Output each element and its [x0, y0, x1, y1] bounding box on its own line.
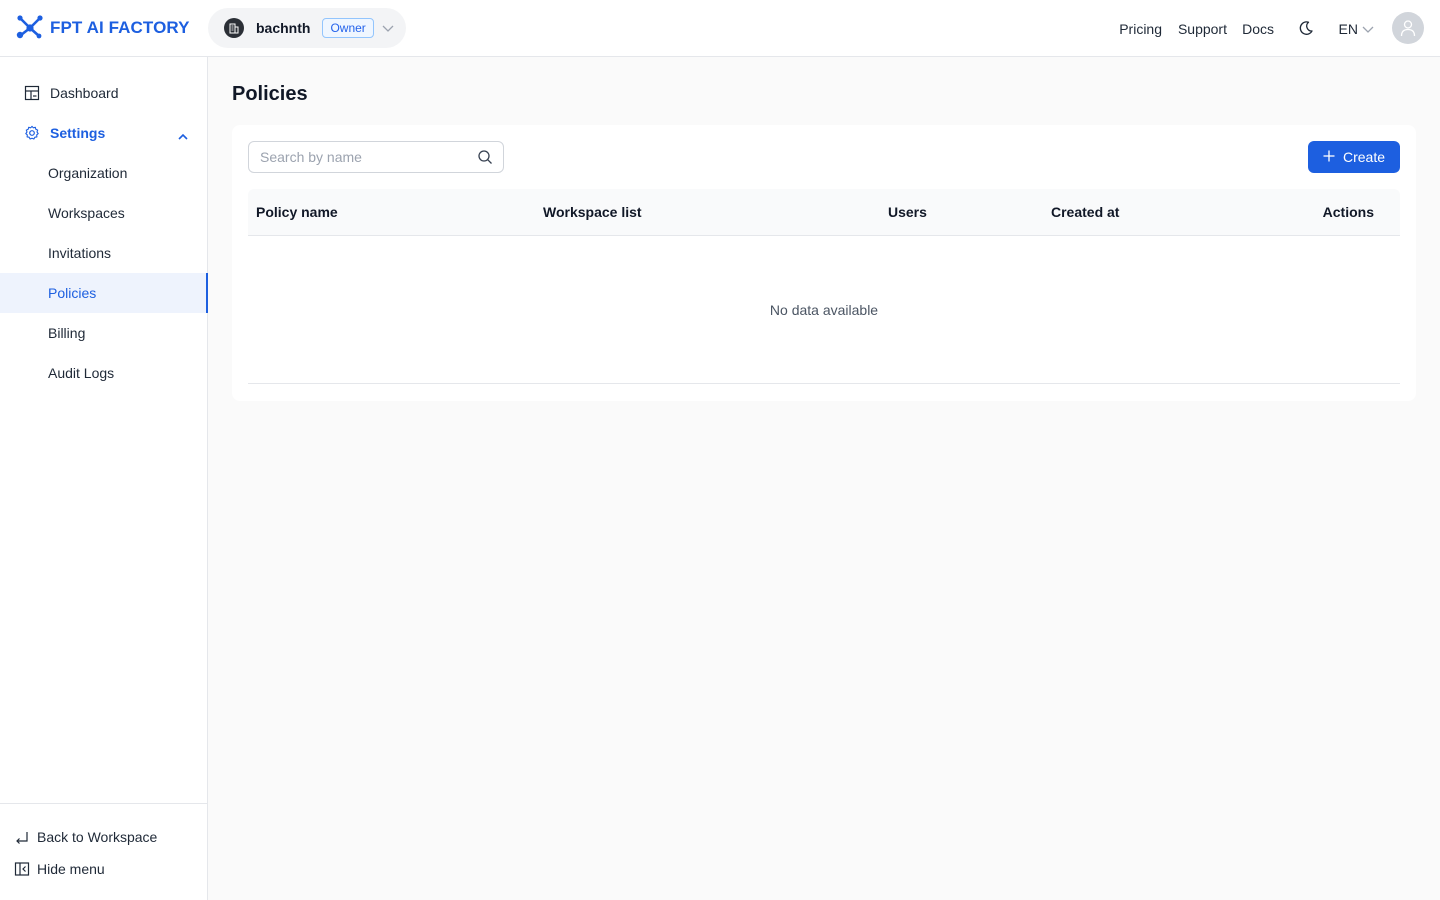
sidebar-item-workspaces[interactable]: Workspaces: [0, 193, 207, 233]
column-header-created-at[interactable]: Created at: [1051, 204, 1119, 220]
sidebar-item-label: Settings: [50, 125, 106, 141]
column-header-actions: Actions: [1322, 204, 1374, 220]
column-header-users[interactable]: Users: [888, 204, 927, 220]
page-title: Policies: [232, 83, 308, 105]
sidebar-item-policies[interactable]: Policies: [0, 273, 208, 313]
search-box: [248, 141, 504, 173]
sidebar-item-organization[interactable]: Organization: [0, 153, 207, 193]
brand-logo[interactable]: FPT AI FACTORY: [16, 14, 190, 42]
language-label: EN: [1338, 20, 1358, 37]
return-arrow-icon: [14, 829, 30, 845]
sidebar-item-label: Workspaces: [48, 205, 125, 221]
sidebar-item-label: Invitations: [48, 245, 112, 261]
sidebar-footer: Back to Workspace Hide menu: [0, 803, 207, 900]
network-nodes-icon: [16, 14, 44, 43]
sidebar-item-label: Dashboard: [50, 85, 119, 101]
back-to-workspace-label: Back to Workspace: [37, 829, 158, 845]
chevron-down-icon: [1362, 21, 1374, 37]
top-header: FPT AI FACTORY bachnth Owner Pricing Sup…: [0, 0, 1440, 57]
hide-menu-button[interactable]: Hide menu: [0, 855, 207, 883]
docs-link[interactable]: Docs: [1242, 21, 1274, 37]
language-selector[interactable]: EN: [1339, 21, 1374, 37]
gear-icon: [24, 125, 40, 141]
organization-switcher[interactable]: bachnth Owner: [208, 8, 406, 48]
empty-state-text: No data available: [769, 301, 879, 318]
collapse-sidebar-icon: [14, 861, 30, 877]
hide-menu-label: Hide menu: [37, 861, 105, 877]
sidebar-item-label: Policies: [48, 285, 97, 301]
table-header: Policy name Workspace list Users Created…: [248, 189, 1400, 236]
role-badge: Owner: [322, 18, 374, 38]
sidebar: Dashboard Settings Organization Workspac…: [0, 57, 208, 900]
search-input[interactable]: [249, 142, 473, 172]
sidebar-item-dashboard[interactable]: Dashboard: [0, 73, 207, 113]
sidebar-item-label: Audit Logs: [48, 365, 115, 381]
support-link[interactable]: Support: [1178, 21, 1227, 37]
moon-icon[interactable]: [1298, 20, 1314, 39]
user-avatar[interactable]: [1392, 12, 1424, 44]
building-icon: [224, 18, 244, 38]
table-empty-state: No data available: [248, 236, 1400, 384]
search-icon[interactable]: [477, 149, 493, 165]
chevron-down-icon: [382, 20, 394, 36]
create-button-label: Create: [1342, 149, 1386, 165]
sidebar-item-label: Billing: [48, 325, 86, 341]
sidebar-item-settings[interactable]: Settings: [0, 113, 207, 153]
policies-card: Create Policy name Workspace list Users …: [232, 125, 1416, 401]
dashboard-icon: [24, 85, 40, 101]
column-header-workspace-list[interactable]: Workspace list: [543, 204, 642, 220]
sidebar-item-invitations[interactable]: Invitations: [0, 233, 207, 273]
user-icon: [1400, 20, 1416, 37]
sidebar-item-label: Organization: [48, 165, 128, 181]
create-policy-button[interactable]: Create: [1308, 141, 1400, 173]
chevron-up-icon: [178, 127, 188, 143]
pricing-link[interactable]: Pricing: [1119, 21, 1162, 37]
column-header-policy-name[interactable]: Policy name: [256, 204, 338, 220]
brand-name: FPT AI FACTORY: [50, 18, 190, 37]
organization-name: bachnth: [256, 20, 311, 36]
plus-icon: [1323, 149, 1335, 165]
back-to-workspace-button[interactable]: Back to Workspace: [0, 823, 207, 851]
sidebar-item-billing[interactable]: Billing: [0, 313, 207, 353]
sidebar-item-audit-logs[interactable]: Audit Logs: [0, 353, 207, 393]
